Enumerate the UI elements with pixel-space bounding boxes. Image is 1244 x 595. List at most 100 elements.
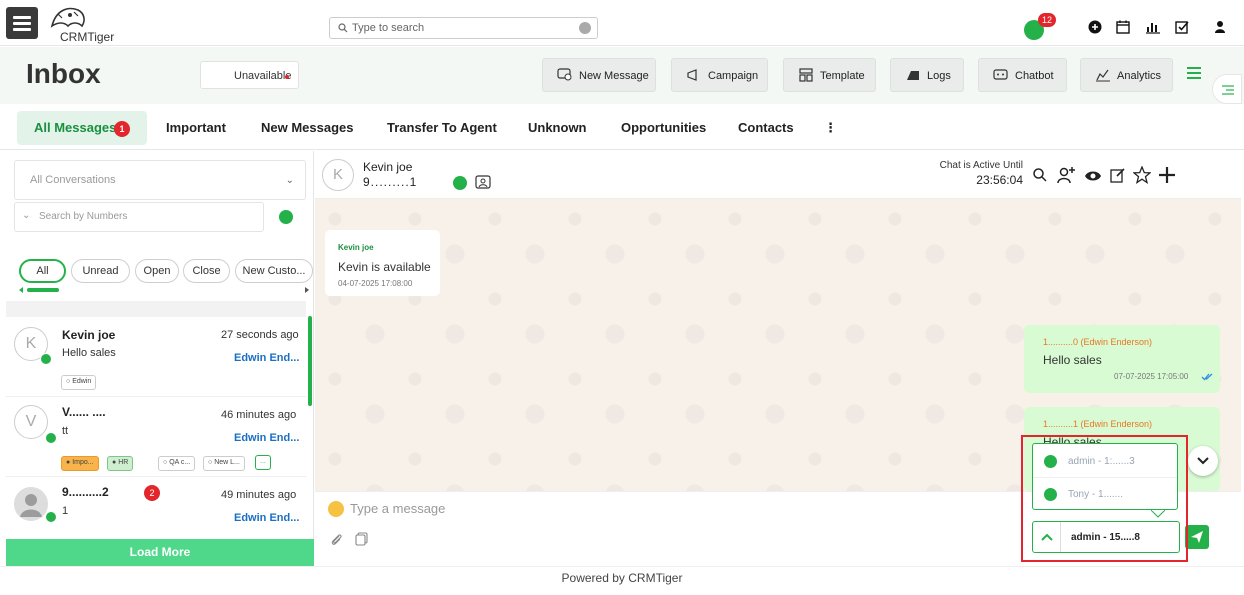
conversation-list-panel: All Conversations ⌄ ⌄ Search by Numbers … — [6, 151, 314, 566]
default-user-icon — [20, 494, 42, 517]
contact-card-icon[interactable] — [475, 175, 491, 189]
template-button[interactable]: Template — [783, 58, 876, 92]
contact-name: Kevin joe — [363, 160, 413, 174]
contact-phone: 9.........1 — [363, 175, 418, 189]
tag-qa[interactable]: ○ QA c... — [158, 456, 196, 471]
chevron-down-icon: ⌄ — [22, 210, 31, 221]
assigned-agent[interactable]: Edwin End... — [234, 352, 299, 364]
tab-contacts[interactable]: Contacts — [738, 111, 794, 145]
chip-unread[interactable]: Unread — [71, 259, 130, 283]
add-icon[interactable] — [1158, 166, 1176, 184]
chip-close[interactable]: Close — [183, 259, 230, 283]
eye-icon[interactable] — [1084, 169, 1102, 183]
user-profile-icon[interactable] — [1212, 19, 1228, 35]
add-circle-icon[interactable] — [1087, 19, 1103, 35]
tag-important[interactable]: ● Impo... — [61, 456, 99, 471]
assigned-agent[interactable]: Edwin End... — [234, 432, 299, 444]
campaign-megaphone-icon — [687, 69, 697, 81]
message-tabs: All Messages 1 Important New Messages Tr… — [0, 104, 1244, 150]
chip-all[interactable]: All — [19, 259, 66, 283]
availability-status-select[interactable]: Unavailable — [200, 61, 299, 89]
footer: Powered by CRMTiger — [0, 566, 1244, 588]
chip-open[interactable]: Open — [135, 259, 179, 283]
avatar: V — [14, 405, 48, 439]
attachment-icon[interactable] — [329, 532, 343, 546]
campaign-button[interactable]: Campaign — [671, 58, 768, 92]
tab-unknown[interactable]: Unknown — [528, 111, 587, 145]
tab-transfer-to-agent[interactable]: Transfer To Agent — [387, 111, 497, 145]
highlight-annotation — [1021, 435, 1188, 562]
chatbot-button[interactable]: Chatbot — [978, 58, 1067, 92]
outgoing-message: 1..........0 (Edwin Enderson) Hello sale… — [1024, 325, 1220, 393]
tab-new-messages[interactable]: New Messages — [261, 111, 354, 145]
tag-hr[interactable]: ● HR — [107, 456, 134, 471]
options-menu-icon[interactable] — [1187, 67, 1203, 79]
unread-count-badge: 2 — [144, 485, 160, 501]
reports-chart-icon[interactable] — [1145, 19, 1161, 35]
list-divider — [6, 301, 306, 317]
logs-icon — [907, 71, 919, 80]
avatar — [14, 487, 48, 521]
contact-avatar[interactable]: K — [322, 159, 354, 191]
scroll-to-bottom-button[interactable] — [1188, 446, 1218, 476]
load-more-button[interactable]: Load More — [6, 539, 314, 566]
add-user-icon[interactable] — [1057, 166, 1075, 184]
chevron-down-icon — [1197, 457, 1209, 465]
search-icon — [338, 23, 348, 33]
analytics-button[interactable]: Analytics — [1080, 58, 1173, 92]
whatsapp-icon — [453, 176, 467, 190]
edit-icon[interactable] — [1110, 167, 1126, 183]
hamburger-menu-icon[interactable] — [6, 7, 38, 39]
conversation-item[interactable]: 9..........2 2 49 minutes ago 1 Edwin En… — [6, 476, 306, 538]
tab-important[interactable]: Important — [166, 111, 226, 145]
filter-icon[interactable] — [279, 210, 293, 224]
more-tags-button[interactable]: ... — [255, 455, 271, 470]
tiger-logo-icon — [50, 7, 85, 28]
indent-icon — [1222, 85, 1234, 95]
tab-all-messages[interactable]: All Messages 1 — [17, 111, 147, 145]
conversation-filter-select[interactable]: All Conversations ⌄ — [14, 160, 306, 200]
collapse-panel-icon[interactable] — [1212, 74, 1242, 104]
chip-new-customer[interactable]: New Custo... — [235, 259, 313, 283]
calendar-icon[interactable] — [1115, 19, 1131, 35]
incoming-message: Kevin joe Kevin is available 04-07-2025 … — [325, 230, 440, 296]
read-receipt-icon — [1201, 373, 1213, 381]
emoji-icon[interactable] — [328, 501, 344, 517]
assigned-agent[interactable]: Edwin End... — [234, 512, 299, 524]
chat-active-label: Chat is Active Until — [939, 160, 1023, 171]
tab-opportunities[interactable]: Opportunities — [621, 111, 706, 145]
more-tabs-icon[interactable]: ⋮ — [824, 111, 837, 145]
new-message-button[interactable]: New Message — [542, 58, 656, 92]
brand-name: CRMTiger — [60, 30, 115, 44]
page-title: Inbox — [26, 58, 101, 89]
status-dot — [285, 75, 289, 79]
template-icon — [799, 68, 813, 82]
tasks-checkbox-icon[interactable] — [1174, 19, 1190, 35]
message-input[interactable]: Type a message — [350, 501, 445, 516]
chat-active-time: 23:56:04 — [976, 173, 1023, 187]
chevron-down-icon: ⌄ — [285, 175, 294, 186]
top-bar: CRMTiger Type to search 12 — [0, 0, 1244, 46]
conversation-item[interactable]: K Kevin joe 27 seconds ago Hello sales E… — [6, 317, 306, 396]
conversation-item[interactable]: V V...... .... 46 minutes ago tt Edwin E… — [6, 396, 306, 476]
global-search-input[interactable]: Type to search — [329, 17, 598, 39]
tag-new-lead[interactable]: ○ New L... — [203, 456, 245, 471]
chatbot-icon — [993, 69, 1008, 80]
whatsapp-icon — [45, 432, 57, 444]
chevron-down-icon[interactable] — [579, 22, 591, 34]
whatsapp-icon — [45, 511, 57, 523]
chips-scrollbar[interactable] — [19, 287, 309, 293]
send-icon — [1191, 531, 1203, 543]
list-scrollbar[interactable] — [308, 316, 312, 406]
status-label: Unavailable — [234, 70, 292, 82]
analytics-icon — [1096, 69, 1110, 82]
star-icon[interactable] — [1133, 166, 1151, 184]
template-icon[interactable] — [355, 532, 369, 546]
logs-button[interactable]: Logs — [890, 58, 964, 92]
send-button[interactable] — [1185, 525, 1209, 549]
number-search-input[interactable]: ⌄ Search by Numbers — [14, 202, 264, 232]
search-icon[interactable] — [1032, 167, 1048, 183]
contact-tag[interactable]: ○ Edwin — [61, 375, 97, 390]
crmtiger-logo[interactable]: CRMTiger — [46, 4, 156, 44]
chat-header: K Kevin joe 9.........1 Chat is Active U… — [315, 151, 1241, 199]
